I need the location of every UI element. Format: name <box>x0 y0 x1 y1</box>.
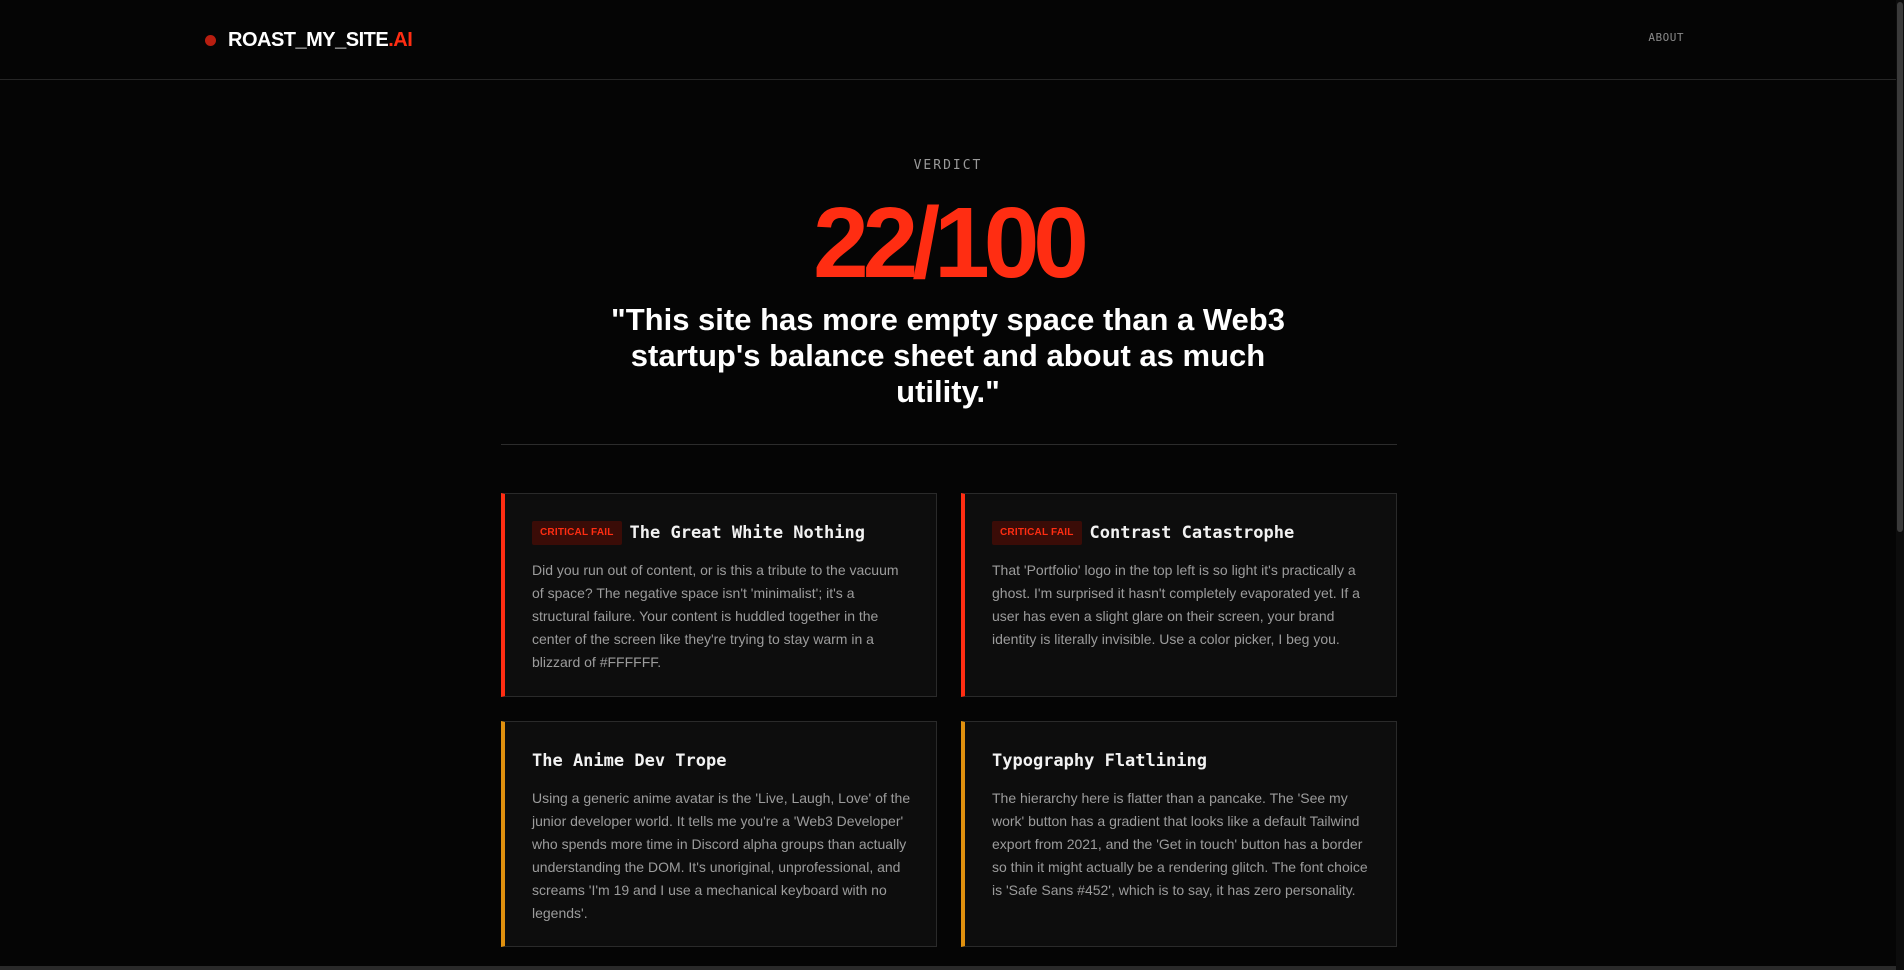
card-header: Typography Flatlining <box>992 749 1372 773</box>
roast-card: CRITICAL FAIL The Great White Nothing Di… <box>501 493 937 697</box>
logo-main: ROAST_MY_SITE <box>228 28 389 51</box>
card-body: That 'Portfolio' logo in the top left is… <box>992 562 1360 647</box>
critical-fail-badge: CRITICAL FAIL <box>992 521 1082 545</box>
card-title: Contrast Catastrophe <box>1089 523 1295 543</box>
horizontal-scrollbar[interactable] <box>0 966 1896 970</box>
roast-card: Typography Flatlining The hierarchy here… <box>961 721 1397 947</box>
vertical-scrollbar[interactable] <box>1896 0 1904 970</box>
page: ROAST_MY_SITE.AI ABOUT VERDICT 22/100 "T… <box>0 0 1904 970</box>
roast-card: CRITICAL FAIL Contrast Catastrophe That … <box>961 493 1397 697</box>
roast-card: The Anime Dev Trope Using a generic anim… <box>501 721 937 947</box>
logo-dot-icon <box>205 34 216 46</box>
card-title: Typography Flatlining <box>992 751 1207 771</box>
card-body: Using a generic anime avatar is the 'Liv… <box>532 790 911 921</box>
critical-fail-badge: CRITICAL FAIL <box>532 521 622 545</box>
roast-quote: "This site has more empty space than a W… <box>611 302 1285 409</box>
card-body: Did you run out of content, or is this a… <box>532 562 899 670</box>
card-header: CRITICAL FAIL Contrast Catastrophe <box>992 521 1372 545</box>
divider <box>501 444 1397 445</box>
logo-text: ROAST_MY_SITE.AI <box>228 28 413 52</box>
verdict-label: VERDICT <box>913 158 983 173</box>
card-title: The Great White Nothing <box>629 523 865 543</box>
card-header: CRITICAL FAIL The Great White Nothing <box>532 521 912 545</box>
card-title: The Anime Dev Trope <box>532 751 727 771</box>
scrollbar-thumb[interactable] <box>1897 2 1903 532</box>
score: 22/100 <box>813 187 1089 299</box>
card-header: The Anime Dev Trope <box>532 749 912 773</box>
card-body: The hierarchy here is flatter than a pan… <box>992 790 1368 898</box>
logo[interactable]: ROAST_MY_SITE.AI <box>205 26 413 54</box>
nav-about-link[interactable]: ABOUT <box>1648 31 1684 44</box>
top-nav: ROAST_MY_SITE.AI ABOUT <box>0 0 1896 80</box>
logo-accent: .AI <box>388 28 413 51</box>
